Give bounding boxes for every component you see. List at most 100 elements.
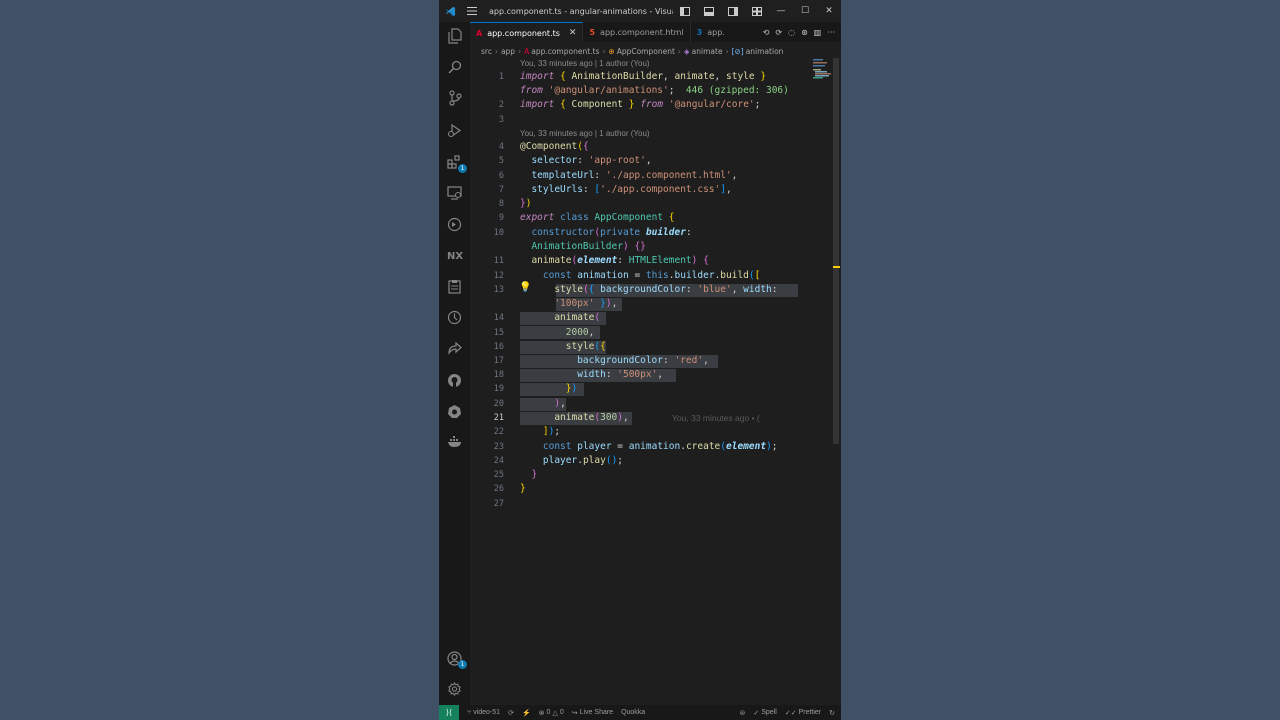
code-line: '100px' }), <box>554 298 618 309</box>
live-share-status[interactable]: ↪ Live Share <box>572 709 613 717</box>
error-icon: ⊗ <box>538 709 545 717</box>
breadcrumb-item[interactable]: src <box>481 47 492 56</box>
nx-console-icon[interactable]: NX <box>439 241 470 269</box>
close-window-icon[interactable]: ✕ <box>817 0 841 22</box>
codelens-blame[interactable]: You, 33 minutes ago | 1 author (You) <box>520 129 650 138</box>
editor-actions: ⟲ ⟳ ◌ ⊛ ▥ ··· <box>763 22 841 42</box>
branch-name: video-51 <box>473 709 501 716</box>
github-icon[interactable] <box>439 366 470 394</box>
breadcrumb-item[interactable]: app <box>501 47 515 56</box>
code-line: from '@angular/animations'; 446 (gzipped… <box>520 85 789 96</box>
line-number: 15 <box>493 328 504 338</box>
error-count: 0 <box>546 709 551 716</box>
problems-indicator[interactable]: ⊗ 0 △ 0 <box>539 709 564 717</box>
split-editor-icon[interactable]: ▥ <box>814 28 822 37</box>
code-line: 2000, <box>565 327 595 338</box>
accounts-icon[interactable]: 1 <box>439 644 470 672</box>
code-line: import { AnimationBuilder, animate, styl… <box>520 71 767 82</box>
css-file-icon: 3 <box>696 27 703 37</box>
go-back-icon[interactable]: ⟳ <box>775 28 782 37</box>
quokka-status[interactable]: Quokka <box>621 709 645 716</box>
line-number: 8 <box>498 199 504 209</box>
code-line: ), <box>554 398 566 409</box>
maximize-icon[interactable]: ☐ <box>793 0 817 22</box>
docker-icon[interactable] <box>439 428 470 456</box>
run-icon[interactable]: ⚡ <box>522 709 531 717</box>
code-line: } <box>520 483 526 494</box>
breadcrumb-item[interactable]: animation <box>746 47 784 56</box>
timeline-icon[interactable] <box>439 303 470 331</box>
spell-status[interactable]: ✓ Spell <box>753 709 776 717</box>
copilot-status-icon[interactable]: ⊜ <box>740 709 746 717</box>
breadcrumb-item[interactable]: animate <box>692 47 723 56</box>
line-number: 3 <box>498 115 504 125</box>
menu-icon[interactable] <box>461 0 483 22</box>
codelens-blame[interactable]: You, 33 minutes ago | 1 author (You) <box>520 59 650 68</box>
variable-symbol-icon: [⊘] <box>731 46 744 56</box>
breadcrumb-item[interactable]: AppComponent <box>617 47 675 56</box>
code-line: style({ <box>565 341 606 352</box>
testing-icon[interactable] <box>439 210 470 238</box>
customize-layout-icon[interactable] <box>745 0 769 22</box>
copilot-icon[interactable]: ⊛ <box>801 28 808 37</box>
code-line: }) <box>520 198 532 209</box>
git-branch-icon: ⑂ <box>467 709 472 716</box>
quokka-label: Quokka <box>621 709 646 716</box>
line-number: 6 <box>498 171 504 181</box>
prettier-label: Prettier <box>798 709 822 716</box>
settings-gear-icon[interactable] <box>439 675 470 703</box>
vertical-scrollbar[interactable] <box>833 58 839 444</box>
remote-explorer-icon[interactable] <box>439 179 470 207</box>
toggle-panel-icon[interactable] <box>697 0 721 22</box>
extensions-badge: 1 <box>458 164 467 173</box>
code-editor[interactable]: You, 33 minutes ago | 1 author (You) You… <box>470 58 810 705</box>
sync-icon[interactable]: ⟳ <box>508 709 514 717</box>
code-line: styleUrls: ['./app.component.css'], <box>531 184 732 195</box>
live-share-icon[interactable] <box>439 334 470 362</box>
remote-indicator-icon[interactable]: ⟩⟨ <box>439 705 459 720</box>
status-bar: ⟩⟨ ⑂ video-51 ⟳ ⚡ ⊗ 0 △ 0 ↪ Live Share Quokka… <box>439 705 841 720</box>
explorer-icon[interactable] <box>439 22 470 50</box>
close-tab-icon[interactable]: ✕ <box>569 28 577 38</box>
kubernetes-icon[interactable] <box>439 397 470 425</box>
source-control-icon[interactable] <box>439 84 470 112</box>
editor-tabs: A app.component.ts ✕ 5 app.component.htm… <box>470 22 841 43</box>
tab-app-component-css[interactable]: 3 app. <box>691 22 727 42</box>
tab-label: app.component.ts <box>487 28 560 38</box>
code-line: export class AppComponent { <box>520 212 675 223</box>
import-cost-hint: 446 (gzipped: 306) <box>685 85 789 96</box>
more-actions-icon[interactable]: ··· <box>827 28 835 37</box>
git-compare-icon[interactable]: ◌ <box>788 28 795 37</box>
live-share-label: Live Share <box>579 709 614 716</box>
tab-app-component-ts[interactable]: A app.component.ts ✕ <box>470 22 584 43</box>
line-number: 17 <box>493 356 504 366</box>
clipboard-icon[interactable] <box>439 272 470 300</box>
open-changes-icon[interactable]: ⟲ <box>763 28 770 37</box>
code-line: ]); <box>542 426 561 437</box>
minimize-icon[interactable]: — <box>769 0 793 22</box>
accounts-badge: 1 <box>458 660 467 669</box>
search-icon[interactable] <box>439 53 470 81</box>
tab-app-component-html[interactable]: 5 app.component.html <box>583 22 691 42</box>
angular-file-icon: A <box>476 28 483 38</box>
toggle-sidebar-icon[interactable] <box>673 0 697 22</box>
check-icon: ✓ <box>753 709 760 717</box>
lightbulb-icon[interactable]: 💡 <box>519 282 531 293</box>
run-debug-icon[interactable] <box>439 116 470 144</box>
minimap[interactable] <box>812 58 832 80</box>
breadcrumb-item[interactable]: app.component.ts <box>531 47 599 56</box>
vscode-window: app.component.ts - angular-animations - … <box>439 0 841 720</box>
line-number: 23 <box>493 442 504 452</box>
toggle-secondary-sidebar-icon[interactable] <box>721 0 745 22</box>
line-number-current: 21 <box>493 413 504 423</box>
code-line: const animation = this.builder.build([ <box>542 270 761 281</box>
line-number: 19 <box>493 384 504 394</box>
prettier-status[interactable]: ✓✓ Prettier <box>785 709 821 717</box>
code-line: @Component({ <box>520 141 589 152</box>
method-symbol-icon: ◈ <box>683 46 690 56</box>
extensions-icon[interactable]: 1 <box>439 148 470 176</box>
warning-count: 0 <box>559 709 564 716</box>
branch-indicator[interactable]: ⑂ video-51 <box>467 709 500 716</box>
code-line: backgroundColor: 'red', <box>577 355 709 366</box>
notifications-icon[interactable]: ↻ <box>829 709 835 717</box>
